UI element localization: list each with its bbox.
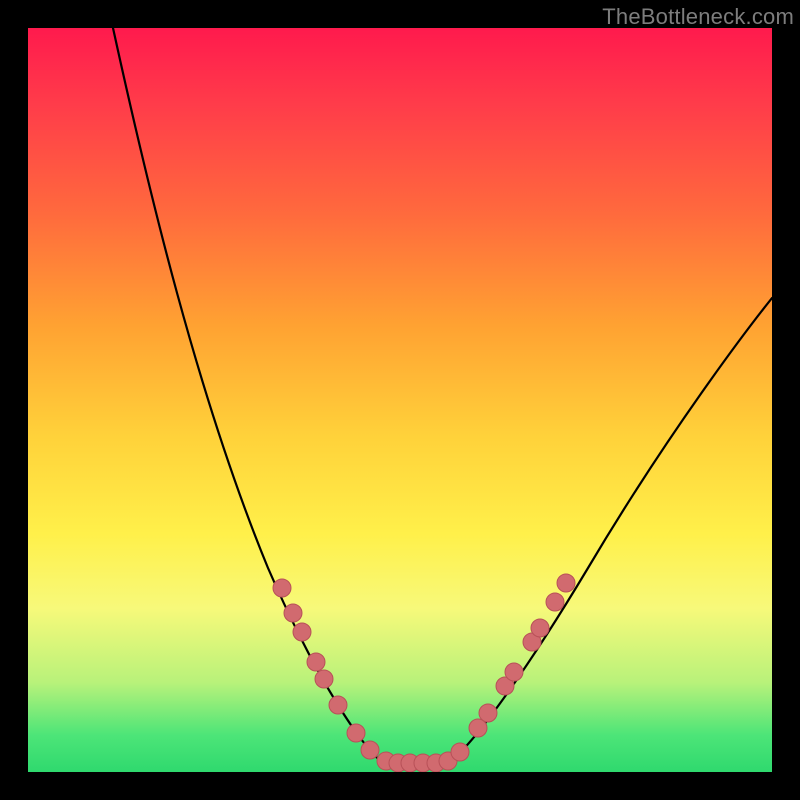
marker-dot [505,663,523,681]
marker-dot [315,670,333,688]
marker-dot [347,724,365,742]
marker-dot [361,741,379,759]
plot-svg [28,28,772,772]
marker-dot [557,574,575,592]
watermark-label: TheBottleneck.com [602,4,794,30]
marker-dot [531,619,549,637]
marker-dot [284,604,302,622]
marker-dot [546,593,564,611]
marker-dot [479,704,497,722]
curve-left-curve [113,28,383,763]
marker-dot [329,696,347,714]
marker-dot [307,653,325,671]
gradient-plot-area [28,28,772,772]
curve-right-curve [448,298,772,763]
marker-dot [293,623,311,641]
marker-dot [451,743,469,761]
marker-dot [273,579,291,597]
